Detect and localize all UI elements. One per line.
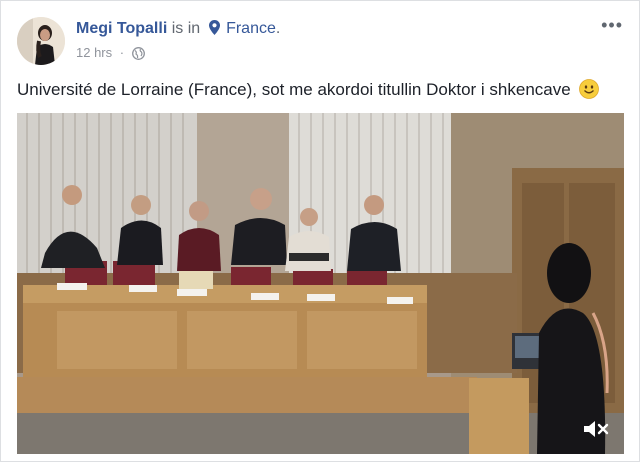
is-in-text: is in — [171, 20, 201, 37]
meta-separator: · — [119, 45, 125, 60]
avatar[interactable] — [17, 17, 65, 65]
globe-icon[interactable] — [131, 47, 145, 63]
post-header: Megi Topalli is in France. — [76, 20, 280, 40]
location-pin-icon — [208, 20, 220, 40]
location-period: . — [275, 20, 281, 37]
post-meta: 12 hrs · — [76, 45, 145, 63]
location-link[interactable]: France — [226, 20, 276, 37]
smile-emoji-icon — [579, 79, 600, 104]
facebook-post: Megi Topalli is in France. 12 hrs · ••• … — [0, 0, 640, 462]
mute-icon[interactable] — [582, 418, 610, 440]
post-caption: Université de Lorraine (France), sot me … — [17, 79, 600, 104]
author-name[interactable]: Megi Topalli — [76, 20, 167, 37]
avatar-photo — [17, 17, 65, 65]
timestamp[interactable]: 12 hrs — [76, 45, 112, 60]
video-frame — [17, 113, 624, 454]
caption-text: Université de Lorraine (France), sot me … — [17, 80, 571, 99]
video-player[interactable] — [17, 113, 624, 454]
more-options-button[interactable]: ••• — [601, 15, 623, 36]
